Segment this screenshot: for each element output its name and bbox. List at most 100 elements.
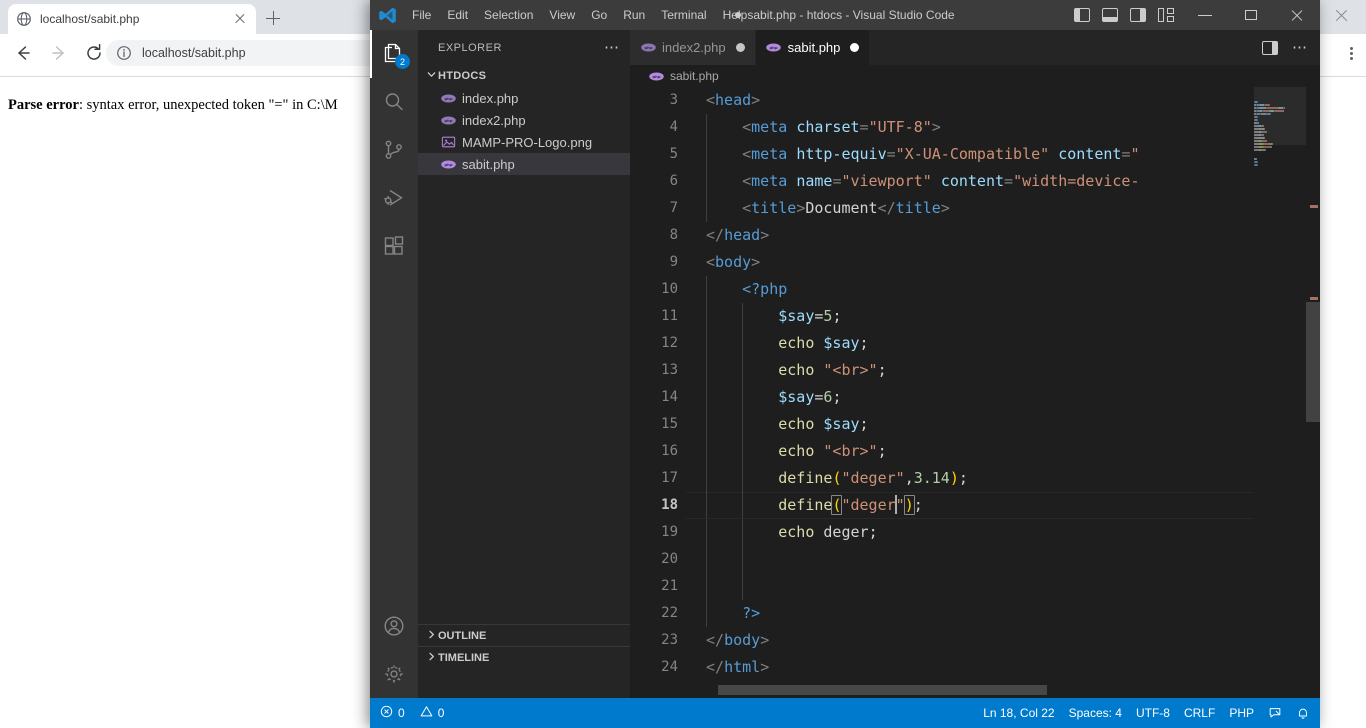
editor-horizontal-scrollbar[interactable] <box>718 685 1047 695</box>
activity-run-debug[interactable] <box>370 174 418 222</box>
info-circle-icon[interactable] <box>116 45 132 61</box>
code-token: ; <box>859 415 869 433</box>
status-problems[interactable]: 0 0 <box>380 705 444 721</box>
php-parse-error-message: Parse error: syntax error, unexpected to… <box>8 97 338 114</box>
chevron-down-icon <box>424 69 438 83</box>
status-cursor-position[interactable]: Ln 18, Col 22 <box>983 706 1054 720</box>
maximize-button[interactable] <box>1228 0 1274 30</box>
tab-dirty-indicator-icon[interactable] <box>735 43 745 52</box>
folder-htdocs[interactable]: HTDOCS <box>418 65 630 87</box>
menu-selection[interactable]: Selection <box>476 0 541 30</box>
tab-index2-php[interactable]: php index2.php <box>630 30 756 65</box>
activity-search[interactable] <box>370 78 418 126</box>
customize-layout-icon[interactable] <box>1158 8 1174 22</box>
status-indentation[interactable]: Spaces: 4 <box>1069 706 1122 720</box>
file-sabit-php[interactable]: php sabit.php <box>418 153 630 175</box>
tab-dirty-indicator-icon[interactable] <box>850 43 860 52</box>
panel-timeline[interactable]: TIMELINE <box>418 646 630 668</box>
menu-go[interactable]: Go <box>583 0 615 30</box>
back-button[interactable] <box>12 42 34 64</box>
code-line[interactable]: 11 $say=5; <box>630 303 1320 330</box>
bell-icon[interactable] <box>1296 706 1310 720</box>
feedback-icon[interactable] <box>1268 706 1282 720</box>
code-line[interactable]: 22 ?> <box>630 600 1320 627</box>
menu-file[interactable]: File <box>404 0 439 30</box>
code-line[interactable]: 5 <meta http-equiv="X-UA-Compatible" con… <box>630 141 1320 168</box>
tab-label: sabit.php <box>787 40 841 55</box>
code-token: ; <box>832 388 842 406</box>
code-line[interactable]: 24 </html> <box>630 654 1320 681</box>
code-line[interactable]: 17 define("deger",3.14); <box>630 465 1320 492</box>
line-number: 16 <box>661 443 678 459</box>
line-content: echo $say; <box>706 330 868 357</box>
activity-settings[interactable] <box>370 650 418 698</box>
menu-view[interactable]: View <box>541 0 583 30</box>
panel-outline[interactable]: OUTLINE <box>418 624 630 646</box>
code-line[interactable]: 19 echo deger; <box>630 519 1320 546</box>
code-line[interactable]: 4 <meta charset="UTF-8"> <box>630 114 1320 141</box>
ellipsis-icon[interactable]: ⋯ <box>604 40 620 55</box>
svg-text:php: php <box>444 163 452 167</box>
more-actions-icon[interactable]: ⋯ <box>1292 40 1308 55</box>
code-line[interactable]: 15 echo $say; <box>630 411 1320 438</box>
split-editor-icon[interactable] <box>1262 40 1278 55</box>
status-bar: 0 0 Ln 18, Col 22 Spaces: 4 UTF-8 CRLF P… <box>370 698 1320 728</box>
code-token: body <box>715 253 752 271</box>
toggle-panel-icon[interactable] <box>1102 8 1118 22</box>
code-token: > <box>940 199 950 217</box>
minimize-button[interactable] <box>1182 0 1228 30</box>
toggle-primary-sidebar-icon[interactable] <box>1074 8 1090 22</box>
warning-triangle-icon <box>420 705 433 721</box>
menu-run[interactable]: Run <box>615 0 653 30</box>
status-encoding[interactable]: UTF-8 <box>1136 706 1170 720</box>
code-line[interactable]: 13 echo "<br>"; <box>630 357 1320 384</box>
panel-label: OUTLINE <box>438 629 487 642</box>
minimap[interactable] <box>1254 87 1306 698</box>
file-index-php[interactable]: php index.php <box>418 87 630 109</box>
code-line[interactable]: 6 <meta name="viewport" content="width=d… <box>630 168 1320 195</box>
kebab-menu-icon[interactable] <box>1340 42 1362 64</box>
code-line[interactable]: 8 </head> <box>630 222 1320 249</box>
code-line[interactable]: 21 <box>630 573 1320 600</box>
code-token: echo <box>778 334 815 352</box>
code-line[interactable]: 16 echo "<br>"; <box>630 438 1320 465</box>
reload-button[interactable] <box>83 42 105 64</box>
code-token: ; <box>877 442 887 460</box>
activity-accounts[interactable] <box>370 602 418 650</box>
explorer-header: EXPLORER ⋯ <box>418 30 630 65</box>
code-line[interactable]: 12 echo $say; <box>630 330 1320 357</box>
browser-tab[interactable]: localhost/sabit.php <box>8 4 256 34</box>
menu-help[interactable]: Help <box>715 0 756 30</box>
file-mamp-pro-logo-png[interactable]: MAMP-PRO-Logo.png <box>418 131 630 153</box>
code-line[interactable]: 14 $say=6; <box>630 384 1320 411</box>
new-tab-button[interactable] <box>262 7 284 29</box>
code-token: "<br>" <box>823 442 878 460</box>
close-button[interactable] <box>1274 0 1320 30</box>
menu-terminal[interactable]: Terminal <box>653 0 714 30</box>
code-line[interactable]: 10 <?php <box>630 276 1320 303</box>
code-line[interactable]: 7 <title>Document</title> <box>630 195 1320 222</box>
code-line[interactable]: 20 <box>630 546 1320 573</box>
activity-extensions[interactable] <box>370 222 418 270</box>
file-index2-php[interactable]: php index2.php <box>418 109 630 131</box>
code-token: echo <box>778 442 815 460</box>
status-eol[interactable]: CRLF <box>1184 706 1215 720</box>
status-language-mode[interactable]: PHP <box>1229 706 1254 720</box>
toggle-secondary-sidebar-icon[interactable] <box>1130 8 1146 22</box>
vscode-title-bar: File Edit Selection View Go Run Terminal… <box>370 0 1320 30</box>
code-line[interactable]: 9 <body> <box>630 249 1320 276</box>
code-line[interactable]: 23 </body> <box>630 627 1320 654</box>
forward-button[interactable] <box>48 42 70 64</box>
activity-explorer[interactable]: 2 <box>370 30 418 78</box>
browser-close-button[interactable] <box>1318 0 1364 30</box>
tab-sabit-php[interactable]: php sabit.php <box>755 30 871 65</box>
activity-source-control[interactable] <box>370 126 418 174</box>
code-line[interactable]: 3 <head> <box>630 87 1320 114</box>
code-lines[interactable]: 3 <head> 4 <meta charset="UTF-8"> 5 <meta h… <box>630 87 1320 681</box>
line-number: 15 <box>661 416 678 432</box>
close-icon[interactable] <box>232 11 248 27</box>
minimap-slider[interactable] <box>1254 87 1306 145</box>
code-line[interactable]: 18 define("deger"); <box>630 492 1320 519</box>
menu-edit[interactable]: Edit <box>439 0 476 30</box>
code-editor[interactable]: 3 <head> 4 <meta charset="UTF-8"> 5 <meta h… <box>630 87 1320 698</box>
